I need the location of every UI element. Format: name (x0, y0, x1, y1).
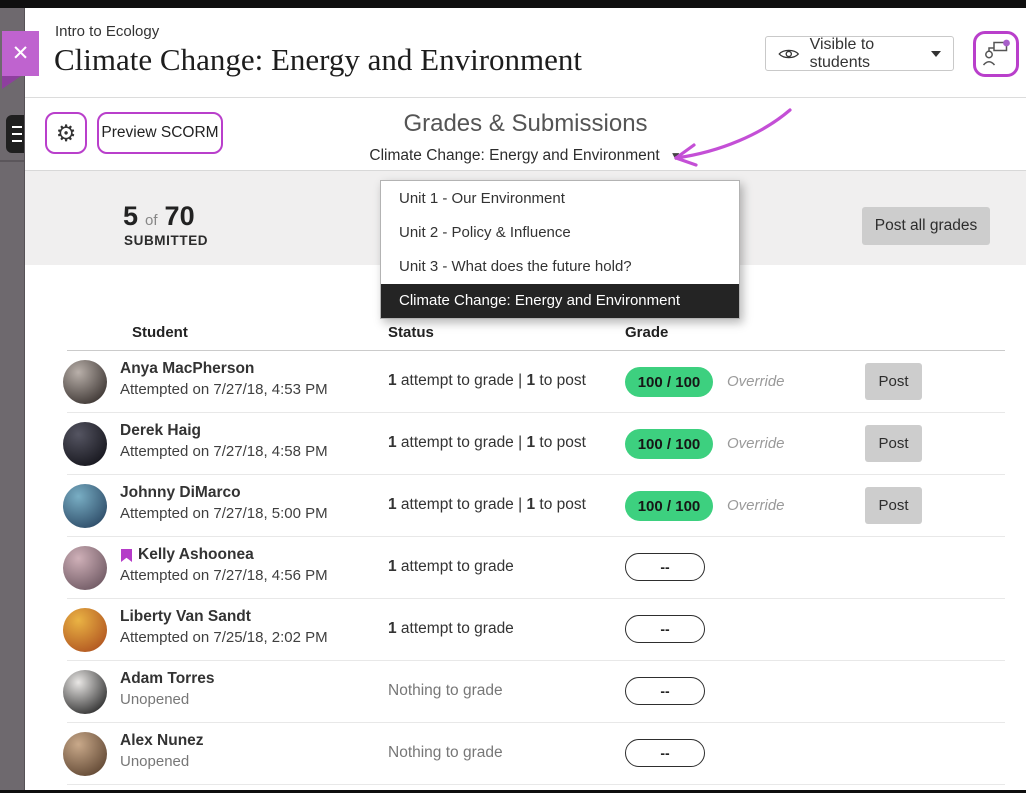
attempt-info: Attempted on 7/27/18, 4:58 PM (120, 443, 328, 460)
table-row[interactable]: Kelly Ashoonea Attempted on 7/27/18, 4:5… (25, 537, 1026, 599)
student-name: Anya MacPherson (120, 360, 328, 378)
visibility-dropdown-button[interactable]: Visible to students (765, 36, 954, 71)
column-header-grade: Grade (625, 324, 668, 341)
table-row[interactable]: Liberty Van Sandt Attempted on 7/25/18, … (25, 599, 1026, 661)
table-row[interactable]: Derek Haig Attempted on 7/27/18, 4:58 PM… (25, 413, 1026, 475)
status-text: Nothing to grade (388, 744, 503, 762)
close-icon: ✕ (12, 41, 30, 66)
avatar (63, 422, 107, 466)
unit-dropdown-menu: Unit 1 - Our Environment Unit 2 - Policy… (380, 180, 740, 319)
background-page-strip (0, 8, 25, 790)
hamburger-menu-icon[interactable] (6, 115, 25, 153)
override-link[interactable]: Override (727, 373, 785, 390)
column-header-status: Status (388, 324, 434, 341)
submitted-count-value: 5 (123, 201, 138, 232)
attempt-info: Attempted on 7/27/18, 4:56 PM (120, 567, 328, 584)
grade-pill[interactable]: 100 / 100 (625, 367, 713, 397)
attempt-info: Attempted on 7/27/18, 4:53 PM (120, 381, 328, 398)
strip-divider (0, 160, 24, 162)
preview-scorm-button[interactable]: Preview SCORM (97, 112, 223, 154)
attempt-info: Attempted on 7/27/18, 5:00 PM (120, 505, 328, 522)
table-row[interactable]: Alex Nunez Unopened Nothing to grade -- (25, 723, 1026, 785)
caret-down-icon: ▼ (670, 149, 682, 163)
avatar (63, 732, 107, 776)
table-row[interactable]: Adam Torres Unopened Nothing to grade -- (25, 661, 1026, 723)
table-row[interactable]: Johnny DiMarco Attempted on 7/27/18, 5:0… (25, 475, 1026, 537)
status-text: 1 attempt to grade | 1 to post (388, 372, 586, 390)
grade-pill[interactable]: -- (625, 615, 705, 643)
eye-icon (778, 46, 800, 62)
total-count-value: 70 (165, 201, 195, 232)
student-name: Alex Nunez (120, 732, 204, 750)
class-conversation-button[interactable] (973, 31, 1019, 77)
person-flag-notification-icon (980, 38, 1012, 70)
status-text: Nothing to grade (388, 682, 503, 700)
avatar (63, 670, 107, 714)
avatar (63, 608, 107, 652)
flag-bookmark-icon (120, 548, 133, 563)
post-button[interactable]: Post (865, 363, 922, 400)
of-label: of (145, 212, 158, 229)
student-name: Adam Torres (120, 670, 214, 688)
submitted-label: SUBMITTED (124, 233, 208, 248)
post-button[interactable]: Post (865, 425, 922, 462)
dropdown-item-selected[interactable]: Climate Change: Energy and Environment (381, 284, 739, 318)
student-name: Liberty Van Sandt (120, 608, 328, 626)
status-text: 1 attempt to grade | 1 to post (388, 434, 586, 452)
submitted-count: 5 of 70 (123, 201, 195, 232)
status-text: 1 attempt to grade (388, 558, 514, 576)
grade-pill[interactable]: 100 / 100 (625, 429, 713, 459)
close-panel-button[interactable]: ✕ (2, 31, 39, 76)
attempt-info: Attempted on 7/25/18, 2:02 PM (120, 629, 328, 646)
table-row[interactable]: Anya MacPherson Attempted on 7/27/18, 4:… (25, 351, 1026, 413)
item-picker-selected-label: Climate Change: Energy and Environment (369, 147, 659, 165)
post-all-grades-button[interactable]: Post all grades (862, 207, 990, 245)
status-text: 1 attempt to grade | 1 to post (388, 496, 586, 514)
dropdown-item-unit-1[interactable]: Unit 1 - Our Environment (381, 181, 739, 215)
settings-button[interactable]: ⚙ (45, 112, 87, 154)
submissions-table: Anya MacPherson Attempted on 7/27/18, 4:… (25, 351, 1026, 785)
grade-pill[interactable]: -- (625, 677, 705, 705)
page-title: Climate Change: Energy and Environment (54, 42, 582, 78)
grade-pill[interactable]: -- (625, 739, 705, 767)
avatar (63, 546, 107, 590)
grade-pill[interactable]: -- (625, 553, 705, 581)
header-divider (25, 97, 1026, 98)
chevron-down-icon (931, 51, 941, 57)
attempt-info: Unopened (120, 753, 204, 770)
student-name: Kelly Ashoonea (120, 546, 328, 564)
app-window: ✕ Intro to Ecology Climate Change: Energ… (0, 0, 1026, 793)
column-header-student: Student (132, 324, 188, 341)
post-button[interactable]: Post (865, 487, 922, 524)
override-link[interactable]: Override (727, 435, 785, 452)
breadcrumb-course-name: Intro to Ecology (55, 23, 159, 40)
attempt-info: Unopened (120, 691, 214, 708)
student-name: Johnny DiMarco (120, 484, 328, 502)
visibility-label: Visible to students (810, 36, 917, 72)
dropdown-item-unit-2[interactable]: Unit 2 - Policy & Influence (381, 215, 739, 249)
window-top-border (0, 0, 1026, 8)
close-button-fold (2, 76, 21, 89)
avatar (63, 484, 107, 528)
grade-pill[interactable]: 100 / 100 (625, 491, 713, 521)
override-link[interactable]: Override (727, 497, 785, 514)
student-name: Derek Haig (120, 422, 328, 440)
dropdown-item-unit-3[interactable]: Unit 3 - What does the future hold? (381, 250, 739, 284)
gear-icon: ⚙ (56, 120, 77, 147)
status-text: 1 attempt to grade (388, 620, 514, 638)
avatar (63, 360, 107, 404)
